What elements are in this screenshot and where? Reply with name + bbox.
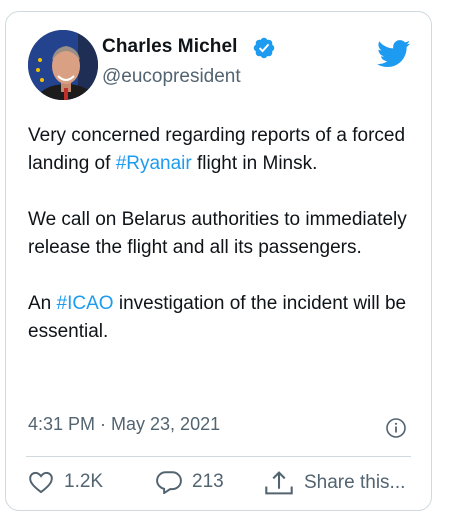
reply-button[interactable]: 213 <box>156 470 224 494</box>
heart-icon <box>29 471 53 494</box>
tweet-text: Very concerned regarding reports of a fo… <box>28 122 420 374</box>
twitter-bird-icon[interactable] <box>377 40 411 68</box>
reply-icon <box>156 471 182 494</box>
share-icon <box>265 471 293 495</box>
hashtag-ryanair[interactable]: #Ryanair <box>116 153 192 174</box>
tweet-card: Charles Michel @eucopresident Very conce… <box>5 11 432 511</box>
tweet-paragraph-1: Very concerned regarding reports of a fo… <box>28 122 420 178</box>
tweet-paragraph-2: We call on Belarus authorities to immedi… <box>28 209 407 258</box>
text-segment: flight in Minsk. <box>191 153 318 174</box>
hashtag-icao[interactable]: #ICAO <box>57 293 114 314</box>
info-icon[interactable] <box>385 417 407 439</box>
display-name[interactable]: Charles Michel <box>102 36 238 58</box>
tweet-paragraph-3: An #ICAO investigation of the incident w… <box>28 290 420 346</box>
divider <box>26 456 411 457</box>
avatar[interactable] <box>28 30 98 100</box>
text-segment: An <box>28 293 57 314</box>
like-button[interactable]: 1.2K <box>28 470 103 494</box>
share-label: Share this... <box>304 472 406 493</box>
timestamp[interactable]: 4:31 PM · May 23, 2021 <box>28 414 220 435</box>
user-handle[interactable]: @eucopresident <box>102 66 241 88</box>
share-button[interactable]: Share this... <box>264 470 405 496</box>
avatar-image <box>28 30 98 100</box>
verified-badge-icon <box>253 37 275 59</box>
